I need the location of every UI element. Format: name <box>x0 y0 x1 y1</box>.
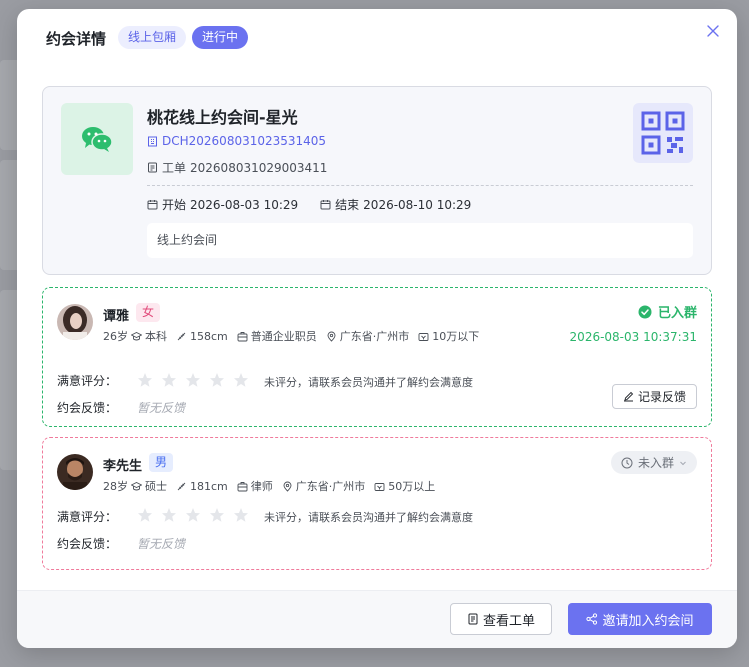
start-time: 2026-08-03 10:29 <box>190 197 299 212</box>
ticket-number: 202608031029003411 <box>190 160 328 175</box>
qr-code-icon[interactable] <box>633 103 693 163</box>
income-icon <box>374 482 385 491</box>
location: 广东省·广州市 <box>339 330 410 343</box>
modal-header: 约会详情 线上包厢 进行中 <box>17 9 737 67</box>
room-name: 桃花线上约会间-星光 <box>147 108 298 127</box>
share-icon <box>586 613 598 625</box>
wechat-icon <box>61 103 133 175</box>
group-status-dropdown[interactable]: 未入群 <box>610 451 697 474</box>
education: 硕士 <box>145 480 167 493</box>
member-name: 李先生 <box>103 459 143 474</box>
edit-icon <box>623 391 634 402</box>
modal-footer: 查看工单 邀请加入约会间 <box>17 590 737 648</box>
check-circle-icon <box>638 305 652 318</box>
star-icon[interactable] <box>161 507 177 523</box>
room-info-card: 桃花线上约会间-星光 DCH202608031023531405 工单 2026… <box>42 86 712 275</box>
gender-tag: 男 <box>149 453 174 472</box>
job: 律师 <box>250 480 273 493</box>
time-range: 开始 2026-08-03 10:29 结束 2026-08-10 10:29 <box>147 196 471 213</box>
end-time: 2026-08-10 10:29 <box>363 197 472 212</box>
member-info: 28岁 硕士 181cm 律师 广东省·广州市 50万以上 <box>103 478 435 494</box>
ruler-icon <box>177 482 186 490</box>
start-label: 开始 <box>162 198 187 212</box>
briefcase-icon <box>237 481 248 491</box>
age: 28岁 <box>103 480 128 493</box>
calendar-icon <box>147 200 158 210</box>
rating-hint: 未评分，请联系会员沟通并了解约会满意度 <box>264 511 473 524</box>
rating-stars[interactable] <box>137 372 249 388</box>
age: 26岁 <box>103 330 128 343</box>
height: 181cm <box>190 479 228 493</box>
calendar-icon <box>320 200 331 210</box>
education: 本科 <box>145 330 167 343</box>
room-type-tag: 线上包厢 <box>118 26 187 49</box>
view-ticket-button[interactable]: 查看工单 <box>450 603 552 635</box>
star-icon[interactable] <box>161 372 177 388</box>
job: 普通企业职员 <box>250 330 317 343</box>
joined-time: 2026-08-03 10:37:31 <box>569 330 697 344</box>
appointment-detail-modal: 约会详情 线上包厢 进行中 桃花线上约会间-星光 DCH202608031023… <box>17 9 737 648</box>
group-status-label: 已入群 <box>657 306 697 321</box>
document-icon <box>468 613 478 625</box>
feedback-text: 暂无反馈 <box>137 401 186 415</box>
ruler-icon <box>177 332 186 340</box>
group-status-label: 未入群 <box>637 456 674 470</box>
room-code: DCH202608031023531405 <box>162 134 327 148</box>
star-icon[interactable] <box>137 507 153 523</box>
feedback-text: 暂无反馈 <box>137 537 186 551</box>
star-icon[interactable] <box>233 507 249 523</box>
location-icon <box>327 331 336 342</box>
rating-label: 满意评分： <box>57 510 118 524</box>
feedback-label: 约会反馈： <box>57 401 118 415</box>
star-icon[interactable] <box>233 372 249 388</box>
member-name: 谭雅 <box>103 309 130 324</box>
rating-label: 满意评分： <box>57 374 118 388</box>
ticket-row: 工单 202608031029003411 <box>147 159 327 176</box>
rating-stars[interactable] <box>137 507 249 523</box>
member-info: 26岁 本科 158cm 普通企业职员 广东省·广州市 10万以下 <box>103 328 479 344</box>
invite-button[interactable]: 邀请加入约会间 <box>568 603 712 635</box>
building-icon <box>148 136 157 146</box>
graduation-cap-icon <box>131 331 142 340</box>
divider <box>147 185 693 186</box>
star-icon[interactable] <box>137 372 153 388</box>
rating-hint: 未评分，请联系会员沟通并了解约会满意度 <box>264 376 473 389</box>
height: 158cm <box>190 329 228 343</box>
avatar <box>57 304 93 340</box>
group-status: 已入群 <box>638 302 697 321</box>
member-card: 李先生 男 28岁 硕士 181cm 律师 广东省·广州市 50万以上 未入群 … <box>42 437 712 570</box>
end-label: 结束 <box>335 198 360 212</box>
view-ticket-label: 查看工单 <box>482 613 535 629</box>
location: 广东省·广州市 <box>295 480 366 493</box>
chevron-down-icon <box>680 461 686 465</box>
ticket-icon <box>148 162 157 173</box>
income: 10万以下 <box>432 330 480 343</box>
member-card: 谭雅 女 26岁 本科 158cm 普通企业职员 广东省·广州市 10万以下 已… <box>42 287 712 427</box>
feedback-label: 约会反馈： <box>57 537 118 551</box>
star-icon[interactable] <box>209 507 225 523</box>
clock-icon <box>621 457 633 468</box>
gender-tag: 女 <box>136 303 161 322</box>
modal-title: 约会详情 <box>46 30 107 48</box>
status-badge: 进行中 <box>192 26 249 49</box>
briefcase-icon <box>237 331 248 341</box>
income-icon <box>418 332 429 341</box>
room-description: 线上约会间 <box>147 223 693 258</box>
close-icon[interactable] <box>705 23 721 39</box>
record-feedback-label: 记录反馈 <box>637 390 686 404</box>
star-icon[interactable] <box>185 507 201 523</box>
star-icon[interactable] <box>185 372 201 388</box>
room-code-link[interactable]: DCH202608031023531405 <box>147 134 326 148</box>
ticket-label: 工单 <box>162 161 187 175</box>
avatar <box>57 454 93 490</box>
graduation-cap-icon <box>131 481 142 490</box>
star-icon[interactable] <box>209 372 225 388</box>
location-icon <box>283 481 292 492</box>
invite-label: 邀请加入约会间 <box>602 613 694 629</box>
record-feedback-button[interactable]: 记录反馈 <box>611 384 697 409</box>
income: 50万以上 <box>388 480 436 493</box>
